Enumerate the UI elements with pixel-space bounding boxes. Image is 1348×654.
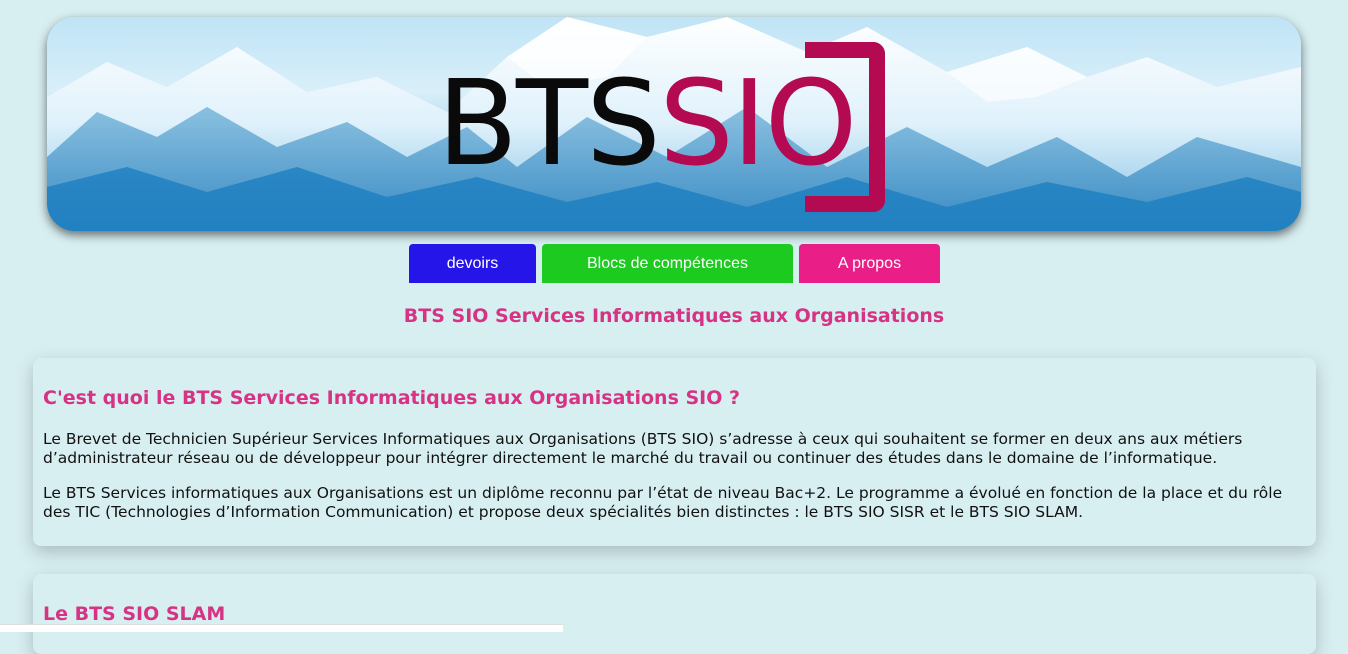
section-heading: C'est quoi le BTS Services Informatiques… — [43, 387, 741, 409]
logo-text: BTSSIO — [437, 53, 858, 193]
page-subtitle: BTS SIO Services Informatiques aux Organ… — [403, 305, 945, 327]
nav-tab-a-propos[interactable]: A propos — [799, 244, 940, 283]
nav-tab-blocs-de-competences[interactable]: Blocs de compétences — [542, 244, 793, 283]
section-what-is-bts-sio: C'est quoi le BTS Services Informatiques… — [33, 358, 1316, 546]
bts-sio-logo: BTSSIO — [437, 42, 917, 215]
section-paragraph: Le BTS Services informatiques aux Organi… — [43, 484, 1283, 521]
section-bts-sio-slam: Le BTS SIO SLAM — [33, 574, 1316, 654]
nav-tab-devoirs[interactable]: devoirs — [409, 244, 536, 283]
section-paragraph: Le Brevet de Technicien Supérieur Servic… — [43, 430, 1243, 467]
section-heading: Le BTS SIO SLAM — [43, 603, 226, 625]
header-banner: BTSSIO — [47, 17, 1301, 231]
logo-bracket-icon — [805, 42, 885, 212]
logo-bts: BTS — [437, 54, 661, 192]
